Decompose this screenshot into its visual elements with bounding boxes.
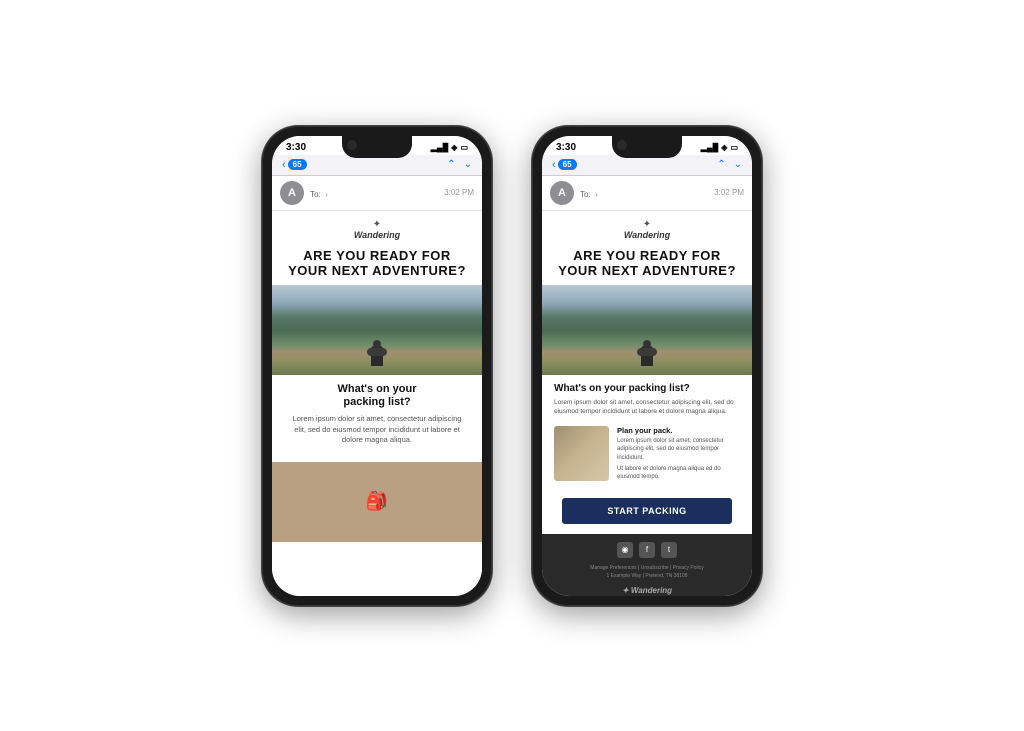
- product-body-line2-2: Ut labore et dolore magna aliqua ed do e…: [617, 465, 740, 482]
- sender-info-1: To: ›: [310, 184, 438, 202]
- mail-nav-2: ⌃ ⌄: [717, 159, 742, 170]
- phone-2: 3:30 ▂▄█ ◈ ▭ ‹ 65 ⌃ ⌄: [532, 126, 762, 606]
- content-section-2: What's on your packing list? Lorem ipsum…: [542, 375, 752, 420]
- sender-expand-2[interactable]: ›: [595, 190, 598, 199]
- gear-image-1: 🎒: [272, 462, 482, 542]
- hiker-figure-2: [641, 346, 653, 366]
- brand-name-1: Wandering: [354, 230, 400, 240]
- status-icons-1: ▂▄█ ◈ ▭: [431, 143, 468, 152]
- brand-logo-1: ✦ Wandering: [272, 211, 482, 244]
- avatar-2: A: [550, 181, 574, 205]
- footer-brand-2: ✦ Wandering: [542, 586, 752, 595]
- mail-header-1: ‹ 65 ⌃ ⌄: [272, 155, 482, 176]
- status-time-1: 3:30: [286, 142, 306, 153]
- section-title-2: What's on your packing list?: [554, 383, 740, 394]
- sender-to-1: To:: [310, 190, 321, 199]
- section-body-2: Lorem ipsum dolor sit amet, consectetur …: [554, 398, 740, 416]
- facebook-icon[interactable]: f: [639, 542, 655, 558]
- phone-1: 3:30 ▂▄█ ◈ ▭ ‹ 65 ⌃ ⌄: [262, 126, 492, 606]
- product-body-line1-2: Lorem ipsum dolor sit amet, consectetur …: [617, 437, 740, 462]
- section-body-1: Lorem ipsum dolor sit amet, consectetur …: [286, 414, 468, 446]
- hero-image-1: [272, 285, 482, 375]
- twitter-icon[interactable]: t: [661, 542, 677, 558]
- battery-icon-1: ▭: [460, 143, 468, 152]
- product-image-inner-2: [554, 426, 609, 481]
- hiker-figure-1: [371, 346, 383, 366]
- brand-icon-1: ✦: [272, 219, 482, 230]
- mountains-bg-1: [272, 285, 482, 375]
- hero-image-2: [542, 285, 752, 375]
- sender-row-1: A To: › 3:02 PM: [272, 176, 482, 211]
- status-bar-1: 3:30 ▂▄█ ◈ ▭: [272, 136, 482, 155]
- mail-back-2[interactable]: ‹ 65: [552, 159, 577, 171]
- hero-headline-2: ARE YOU READY FOR YOUR NEXT ADVENTURE?: [542, 244, 752, 285]
- wifi-icon-1: ◈: [451, 143, 457, 152]
- signal-icon-2: ▂▄█: [701, 143, 719, 152]
- signal-icon-1: ▂▄█: [431, 143, 449, 152]
- status-bar-2: 3:30 ▂▄█ ◈ ▭: [542, 136, 752, 155]
- sender-row-2: A To: › 3:02 PM: [542, 176, 752, 211]
- sender-expand-1[interactable]: ›: [325, 190, 328, 199]
- sender-time-2: 3:02 PM: [714, 188, 744, 197]
- product-image-2: [554, 426, 609, 481]
- status-icons-2: ▂▄█ ◈ ▭: [701, 143, 738, 152]
- mail-nav-1: ⌃ ⌄: [447, 159, 472, 170]
- footer-links-2: Manage Preferences | Unsubscribe | Priva…: [542, 564, 752, 580]
- mountains-bg-2: [542, 285, 752, 375]
- brand-logo-2: ✦ Wandering: [542, 211, 752, 244]
- mail-header-2: ‹ 65 ⌃ ⌄: [542, 155, 752, 176]
- avatar-1: A: [280, 181, 304, 205]
- gear-items-1: 🎒: [272, 462, 482, 542]
- unread-badge-2: 65: [558, 159, 577, 170]
- hero-headline-1: ARE YOU READY FOR YOUR NEXT ADVENTURE?: [272, 244, 482, 285]
- back-chevron-2[interactable]: ‹: [552, 159, 556, 171]
- instagram-icon[interactable]: ◉: [617, 542, 633, 558]
- footer-2: ◉ f t Manage Preferences | Unsubs: [542, 534, 752, 596]
- sender-to-2: To:: [580, 190, 591, 199]
- scene: 3:30 ▂▄█ ◈ ▭ ‹ 65 ⌃ ⌄: [232, 96, 792, 636]
- status-time-2: 3:30: [556, 142, 576, 153]
- email-scroll-2[interactable]: ✦ Wandering ARE YOU READY FOR YOUR NEXT …: [542, 211, 752, 596]
- sender-info-2: To: ›: [580, 184, 708, 202]
- nav-up-1[interactable]: ⌃: [447, 159, 455, 170]
- sender-time-1: 3:02 PM: [444, 188, 474, 197]
- mail-back-1[interactable]: ‹ 65: [282, 159, 307, 171]
- back-chevron-1[interactable]: ‹: [282, 159, 286, 171]
- product-row-2: Plan your pack. Lorem ipsum dolor sit am…: [542, 420, 752, 488]
- battery-icon-2: ▭: [730, 143, 738, 152]
- brand-name-2: Wandering: [624, 230, 670, 240]
- email-scroll-1[interactable]: ✦ Wandering ARE YOU READY FOR YOUR NEXT …: [272, 211, 482, 596]
- brand-icon-2: ✦: [542, 219, 752, 230]
- email-content-1: ✦ Wandering ARE YOU READY FOR YOUR NEXT …: [272, 211, 482, 596]
- wifi-icon-2: ◈: [721, 143, 727, 152]
- section-title-1: What's on your packing list?: [286, 383, 468, 409]
- nav-down-2[interactable]: ⌄: [734, 159, 742, 170]
- nav-down-1[interactable]: ⌄: [464, 159, 472, 170]
- product-title-2: Plan your pack.: [617, 426, 740, 435]
- footer-brand-icon-2: ✦: [622, 586, 631, 595]
- start-packing-button[interactable]: Start Packing: [562, 498, 732, 524]
- unread-badge-1: 65: [288, 159, 307, 170]
- cta-section-2: Start Packing: [542, 488, 752, 534]
- nav-up-2[interactable]: ⌃: [717, 159, 725, 170]
- social-icons-2: ◉ f t: [542, 542, 752, 558]
- email-content-2: ✦ Wandering ARE YOU READY FOR YOUR NEXT …: [542, 211, 752, 596]
- email-body-1: ✦ Wandering ARE YOU READY FOR YOUR NEXT …: [272, 211, 482, 542]
- email-body-2: ✦ Wandering ARE YOU READY FOR YOUR NEXT …: [542, 211, 752, 596]
- content-section-1: What's on your packing list? Lorem ipsum…: [272, 375, 482, 454]
- product-text-2: Plan your pack. Lorem ipsum dolor sit am…: [617, 426, 740, 482]
